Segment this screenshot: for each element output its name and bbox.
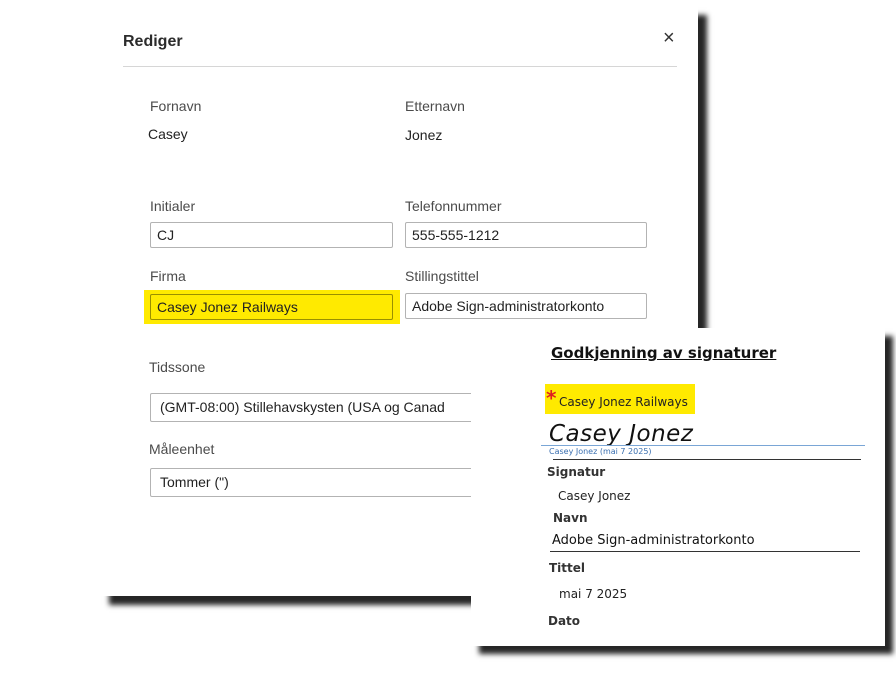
- signature-caption: Casey Jonez (mai 7 2025): [549, 447, 652, 456]
- title-label: Tittel: [549, 561, 586, 575]
- initials-input[interactable]: CJ: [150, 222, 393, 248]
- job-title-input[interactable]: Adobe Sign-administratorkonto: [405, 293, 647, 319]
- phone-label: Telefonnummer: [405, 198, 502, 214]
- unit-label: Måleenhet: [149, 441, 215, 457]
- initials-label: Initialer: [150, 198, 196, 214]
- unit-select[interactable]: Tommer ("): [150, 468, 480, 497]
- signature-label: Signatur: [547, 465, 606, 479]
- last-name-label: Etternavn: [405, 98, 465, 114]
- phone-input[interactable]: 555-555-1212: [405, 222, 647, 248]
- title-divider: [123, 66, 677, 67]
- title-underline: [550, 551, 860, 552]
- card-name-value: Casey Jonez: [558, 489, 631, 503]
- first-name-label: Fornavn: [150, 98, 202, 114]
- signature-underline: [553, 459, 861, 460]
- signature-approval-card: Godkjenning av signaturer * Casey Jonez …: [471, 328, 885, 646]
- signature-script: Casey Jonez: [549, 421, 694, 447]
- timezone-label: Tidssone: [149, 359, 206, 375]
- name-label: Navn: [553, 511, 588, 525]
- card-title: Godkjenning av signaturer: [551, 344, 777, 362]
- required-marker: *: [546, 386, 557, 410]
- card-company-field[interactable]: Casey Jonez Railways: [559, 395, 688, 409]
- signature-blue-line: [541, 445, 865, 446]
- card-date-value: mai 7 2025: [559, 587, 628, 601]
- timezone-select[interactable]: (GMT-08:00) Stillehavskysten (USA og Can…: [150, 393, 480, 422]
- dialog-title: Rediger: [123, 33, 183, 50]
- company-input[interactable]: Casey Jonez Railways: [150, 294, 393, 320]
- company-label: Firma: [150, 268, 186, 284]
- job-title-label: Stillingstittel: [405, 268, 479, 284]
- card-title-value: Adobe Sign-administratorkonto: [552, 533, 755, 548]
- last-name-value: Jonez: [405, 127, 443, 143]
- first-name-value: Casey: [148, 126, 188, 142]
- close-icon[interactable]: ×: [663, 28, 675, 48]
- date-label: Dato: [548, 614, 581, 628]
